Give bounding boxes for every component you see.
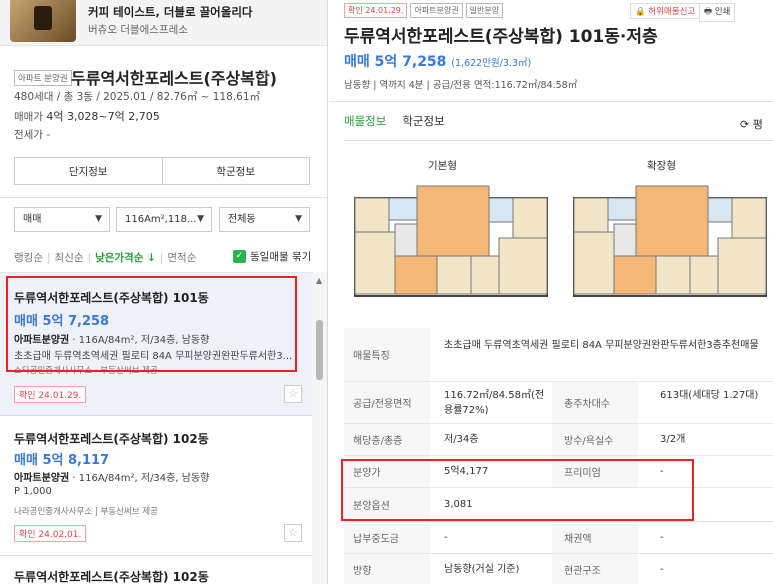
list-item[interactable]: 두류역서한포레스트(주상복합) 102동	[0, 556, 312, 584]
listing-spec: 아파트분양권 · 116A/84m², 저/34층, 남동향	[14, 469, 209, 484]
info-button-row: 단지정보 학군정보	[14, 157, 310, 185]
confirm-date-badge: 확인 24.01.29.	[14, 386, 87, 403]
row-key: 채권액	[552, 522, 638, 553]
price-range: 4억 3,028~7억 2,705	[46, 110, 160, 123]
row-value: 116.72㎡/84.58㎡(전용률72%)	[444, 390, 545, 416]
floor-plan-extended[interactable]	[572, 184, 768, 302]
row-key: 총주차대수	[552, 382, 638, 423]
row-key: 공급/전용면적	[344, 382, 430, 423]
listing-name: 두류역서한포레스트(주상복합) 102동	[14, 432, 209, 446]
table-row: 납부중도금 - 채권액 -	[344, 522, 773, 554]
confirm-tag: 확인 24.01.29.	[344, 3, 408, 18]
table-row: 방향 남동향(거실 기준) 현관구조 -	[344, 554, 773, 584]
area-select[interactable]: 116Am²,118... ▼	[116, 207, 212, 232]
ad-title: 커피 테이스트, 더블로 끌어올리다	[88, 5, 253, 19]
row-value: -	[444, 532, 448, 543]
row-key: 납부중도금	[344, 522, 430, 553]
highlight-box	[341, 459, 694, 521]
table-row: 해당층/총층 저/34층 방수/욕실수 3/2개	[344, 424, 773, 456]
sort-ranking[interactable]: 랭킹순	[14, 250, 43, 265]
row-value: 저/34층	[444, 434, 479, 445]
detail-price-value: 매매 5억 7,258	[344, 54, 447, 70]
ad-banner[interactable]: 커피 테이스트, 더블로 끌어올리다 버츄오 더블에스프레소	[0, 0, 327, 46]
favorite-star-icon[interactable]: ☆	[258, 66, 271, 84]
confirm-date-badge: 확인 24.02.01.	[14, 525, 87, 542]
ad-image	[10, 0, 76, 42]
row-value: 초초급매 두류역초역세권 필로티 84A 무피분양권완판두류서한3층추천매물	[444, 340, 759, 351]
ad-subtitle: 버츄오 더블에스프레소	[88, 24, 188, 36]
sort-latest[interactable]: 최신순	[55, 250, 84, 265]
listing-spec-detail: · 116A/84m², 저/34층, 남동향	[69, 473, 210, 484]
highlight-box	[6, 276, 297, 372]
detail-price-per-area: (1,622만원/3.3㎡)	[451, 58, 532, 69]
detail-tabs: 매물정보 학군정보	[344, 113, 445, 129]
print-label: 인쇄	[714, 7, 731, 17]
report-label: 허위매물신고	[648, 7, 696, 17]
row-key: 매물특징	[344, 328, 430, 381]
row-value: 3/2개	[660, 434, 686, 445]
checkbox-checked-icon[interactable]: ✓	[233, 250, 246, 263]
danji-info-button[interactable]: 단지정보	[14, 157, 163, 185]
group-same-listings-toggle[interactable]: ✓ 동일매물 묶기	[233, 249, 311, 264]
row-key: 방향	[344, 554, 430, 584]
row-key: 방수/욕실수	[552, 424, 638, 455]
row-value: 613대(세대당 1.27대)	[660, 390, 759, 401]
floor-plan-basic[interactable]	[353, 184, 549, 302]
trade-type-select[interactable]: 매매 ▼	[14, 207, 110, 232]
divider	[0, 197, 327, 198]
sort-low-price[interactable]: 낮은가격순 ↓	[95, 250, 156, 265]
complex-name: 두류역서한포레스트(주상복합)	[71, 69, 277, 88]
complex-type-tag: 아파트 분양권	[14, 70, 72, 86]
detail-price: 매매 5억 7,258 (1,622만원/3.3㎡)	[344, 51, 531, 71]
divider	[329, 101, 773, 102]
sort-area[interactable]: 면적순	[167, 250, 196, 265]
listing-type: 아파트분양권	[14, 473, 70, 484]
scroll-up-arrow-icon[interactable]: ▲	[316, 276, 322, 285]
listing-name: 두류역서한포레스트(주상복합) 102동	[14, 570, 209, 584]
refresh-button[interactable]: ⟳ 평	[740, 116, 763, 132]
row-value: -	[660, 532, 664, 543]
row-value: -	[660, 564, 664, 575]
tab-listing-info[interactable]: 매물정보	[344, 113, 386, 129]
detail-title: 두류역서한포레스트(주상복합) 101동·저층	[344, 27, 658, 47]
report-false-listing-button[interactable]: 🔒 허위매물신고	[630, 3, 701, 19]
complex-info: 480세대 / 총 3동 / 2025.01 / 82.76㎡ ~ 118.61…	[14, 91, 261, 103]
detail-info: 남동향 | 역까지 4분 | 공급/전용 면적:116.72㎡/84.58㎡	[344, 80, 578, 91]
complex-price-row: 매매가 4억 3,028~7억 2,705	[14, 108, 160, 124]
scroll-thumb[interactable]	[316, 320, 323, 380]
filter-bar: 매매 ▼ 116Am²,118... ▼ 전체동 ▼	[14, 207, 310, 233]
detail-tags: 확인 24.01.29. 아파트분양권 일반분양	[344, 3, 504, 18]
divider	[344, 140, 773, 141]
type-tag: 아파트분양권	[410, 3, 463, 18]
school-info-button[interactable]: 학군정보	[162, 157, 310, 185]
favorite-star-icon[interactable]: ☆	[284, 385, 302, 403]
chevron-down-icon: ▼	[197, 214, 204, 224]
table-row: 매물특징 초초급매 두류역초역세권 필로티 84A 무피분양권완판두류서한3층추…	[344, 328, 773, 382]
listing-price: 매매 5억 8,117	[14, 453, 110, 468]
row-key: 해당층/총층	[344, 424, 430, 455]
trade-type-value: 매매	[23, 214, 42, 225]
plan-ext-label: 확장형	[647, 160, 676, 172]
sort-options: 랭킹순 | 최신순 | 낮은가격순 ↓ | 면적순	[14, 250, 197, 265]
chevron-down-icon: ▼	[95, 214, 102, 224]
tab-school-info[interactable]: 학군정보	[402, 113, 444, 129]
chevron-down-icon: ▼	[295, 214, 302, 224]
dong-select[interactable]: 전체동 ▼	[219, 207, 310, 232]
plan-basic-label: 기본형	[428, 160, 457, 172]
listing-description: P 1,000	[14, 486, 52, 497]
list-item[interactable]: 두류역서한포레스트(주상복합) 102동 매매 5억 8,117 아파트분양권 …	[0, 416, 312, 556]
rent-price: 전세가 -	[14, 129, 51, 141]
row-value: 남동향(거실 기준)	[444, 564, 520, 575]
print-button[interactable]: 🖶 인쇄	[699, 3, 736, 22]
sale-type-tag: 일반분양	[465, 3, 504, 18]
listing-agent: 나라공인중개사사무소 | 부동산써브 제공	[14, 507, 158, 517]
row-key: 현관구조	[552, 554, 638, 584]
price-label: 매매가	[14, 111, 43, 123]
list-scrollbar[interactable]: ▲	[312, 272, 327, 584]
group-same-label: 동일매물 묶기	[250, 251, 312, 263]
favorite-star-icon[interactable]: ☆	[284, 524, 302, 542]
table-row: 공급/전용면적 116.72㎡/84.58㎡(전용률72%) 총주차대수 613…	[344, 382, 773, 424]
area-value: 116Am²,118...	[125, 214, 197, 225]
dong-value: 전체동	[228, 214, 256, 225]
